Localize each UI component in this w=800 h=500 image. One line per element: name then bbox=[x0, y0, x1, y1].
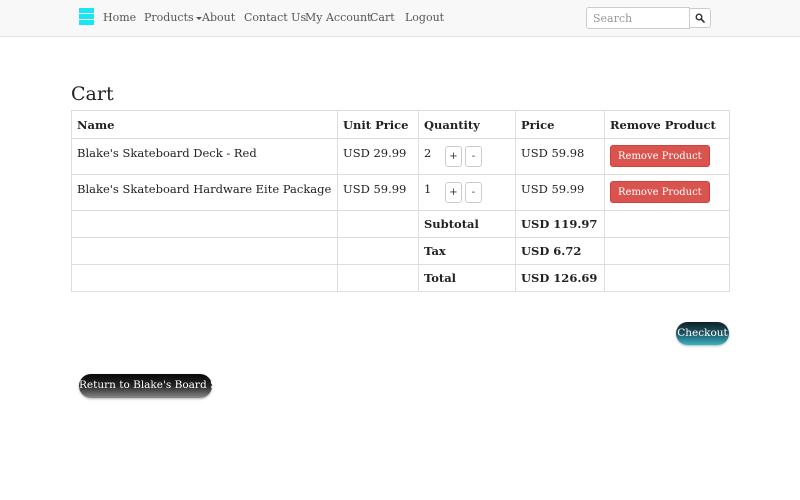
table-row: Blake's Skateboard Hardware Eite Package… bbox=[71, 174, 730, 211]
header-name: Name bbox=[71, 110, 338, 139]
table-row: Blake's Skateboard Deck - Red USD 29.99 … bbox=[71, 138, 730, 175]
table-header-row: Name Unit Price Quantity Price Remove Pr… bbox=[71, 110, 730, 139]
nav-contact-us[interactable]: Contact Us bbox=[244, 11, 306, 24]
quantity-value: 1 bbox=[424, 182, 432, 196]
subtotal-row: Subtotal USD 119.97 bbox=[71, 210, 730, 238]
subtotal-value: USD 119.97 bbox=[515, 210, 605, 238]
search-input[interactable] bbox=[586, 7, 690, 29]
page-title: Cart bbox=[71, 83, 114, 105]
decrease-quantity-button[interactable]: - bbox=[465, 146, 482, 167]
tax-label: Tax bbox=[418, 237, 516, 265]
search-button[interactable] bbox=[689, 8, 711, 28]
decrease-quantity-button[interactable]: - bbox=[465, 182, 482, 203]
search-icon bbox=[695, 13, 705, 23]
tax-row: Tax USD 6.72 bbox=[71, 237, 730, 265]
remove-cell: Remove Product bbox=[604, 138, 730, 175]
remove-product-button[interactable]: Remove Product bbox=[610, 145, 710, 167]
product-name: Blake's Skateboard Hardware Eite Package bbox=[71, 174, 338, 211]
header-price: Price bbox=[515, 110, 605, 139]
brand-logo-icon[interactable] bbox=[79, 8, 94, 26]
caret-down-icon bbox=[195, 16, 202, 20]
subtotal-label: Subtotal bbox=[418, 210, 516, 238]
cart-table: Name Unit Price Quantity Price Remove Pr… bbox=[71, 110, 730, 292]
quantity-cell: 1 + - bbox=[418, 174, 516, 211]
line-price: USD 59.99 bbox=[515, 174, 605, 211]
nav-logout[interactable]: Logout bbox=[405, 11, 444, 24]
nav-products-label: Products bbox=[144, 11, 194, 24]
return-to-shop-button[interactable]: Return to Blake's Board Shop bbox=[79, 374, 237, 398]
remove-cell: Remove Product bbox=[604, 174, 730, 211]
quantity-value: 2 bbox=[424, 146, 432, 160]
navbar: Home Products About Contact Us My Accoun… bbox=[0, 0, 800, 37]
header-unit-price: Unit Price bbox=[337, 110, 419, 139]
nav-about[interactable]: About bbox=[202, 11, 235, 24]
line-price: USD 59.98 bbox=[515, 138, 605, 175]
increase-quantity-button[interactable]: + bbox=[445, 182, 462, 203]
nav-home[interactable]: Home bbox=[103, 11, 136, 24]
total-label: Total bbox=[418, 264, 516, 292]
nav-my-account[interactable]: My Account bbox=[305, 11, 371, 24]
header-quantity: Quantity bbox=[418, 110, 516, 139]
nav-cart[interactable]: Cart bbox=[370, 11, 395, 24]
quantity-cell: 2 + - bbox=[418, 138, 516, 175]
unit-price: USD 29.99 bbox=[337, 138, 419, 175]
nav-products-dropdown[interactable]: Products bbox=[144, 11, 202, 24]
unit-price: USD 59.99 bbox=[337, 174, 419, 211]
product-name: Blake's Skateboard Deck - Red bbox=[71, 138, 338, 175]
checkout-button[interactable]: Checkout bbox=[676, 322, 729, 345]
total-row: Total USD 126.69 bbox=[71, 264, 730, 292]
header-remove-product: Remove Product bbox=[604, 110, 730, 139]
increase-quantity-button[interactable]: + bbox=[445, 146, 462, 167]
total-value: USD 126.69 bbox=[515, 264, 605, 292]
remove-product-button[interactable]: Remove Product bbox=[610, 181, 710, 203]
tax-value: USD 6.72 bbox=[515, 237, 605, 265]
